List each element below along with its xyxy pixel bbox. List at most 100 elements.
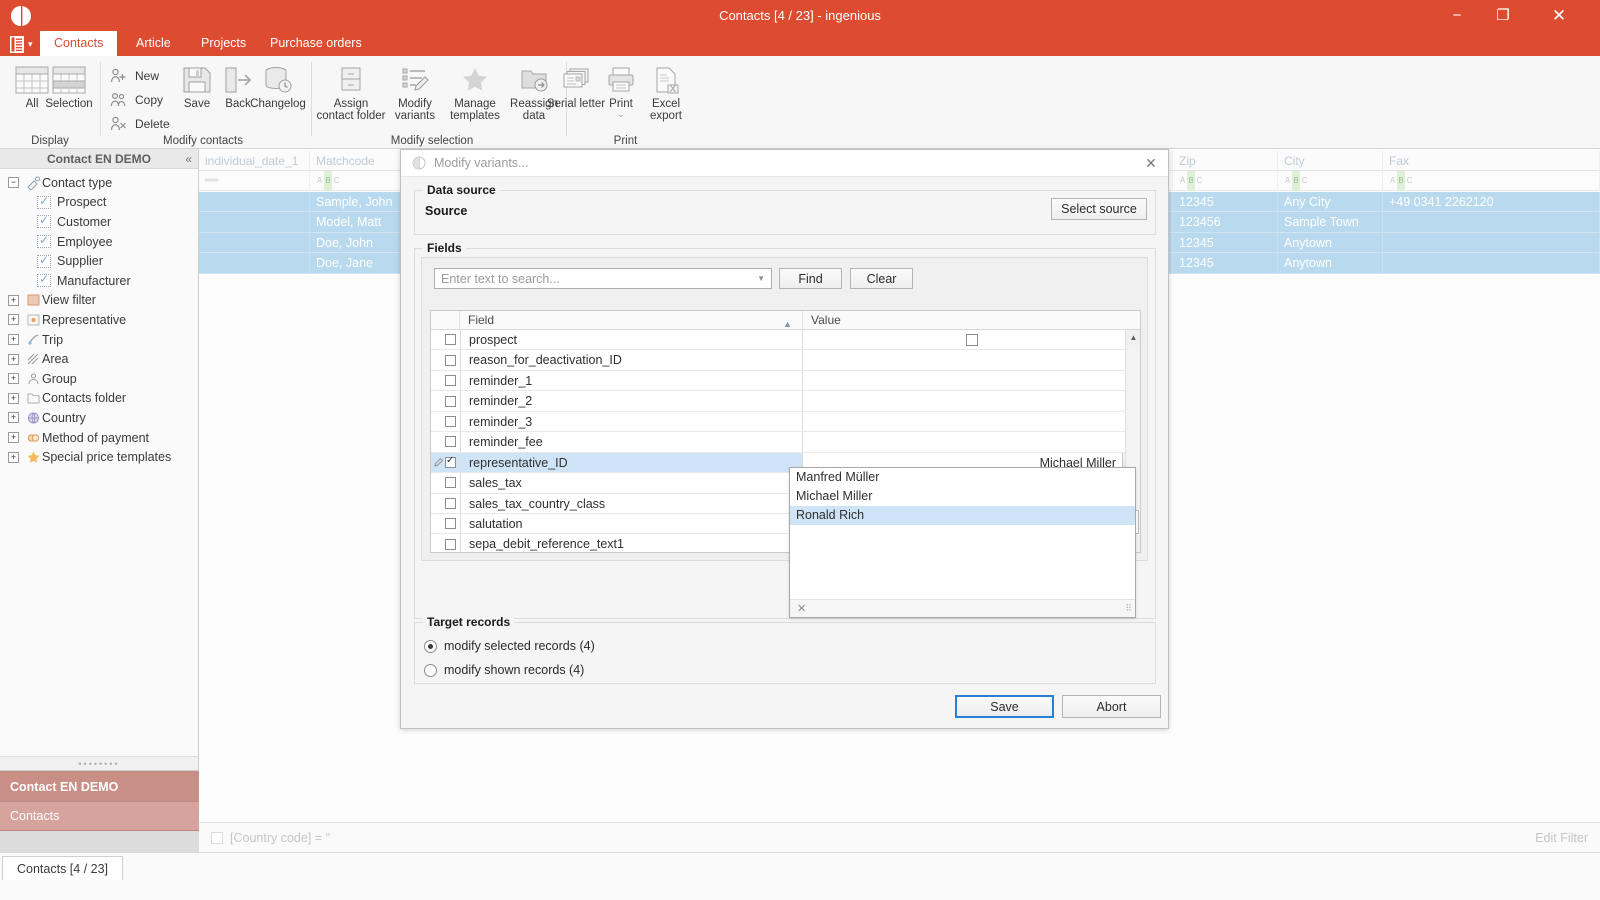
sidebar-item-contact-type[interactable]: − Contact type: [0, 173, 198, 193]
close-button[interactable]: ✕: [1536, 0, 1582, 31]
expander-icon[interactable]: +: [8, 432, 19, 443]
ribbon-button-new[interactable]: New: [109, 64, 159, 87]
checkbox-icon[interactable]: [37, 255, 51, 268]
resize-grip-icon[interactable]: ⠿: [1125, 603, 1132, 614]
save-button[interactable]: Save: [955, 695, 1054, 718]
grid-filter-zip[interactable]: ABC: [1173, 171, 1278, 191]
filter-enable-checkbox[interactable]: [211, 832, 223, 844]
clear-button[interactable]: Clear: [850, 268, 913, 289]
cell-value[interactable]: 0: [803, 371, 1140, 390]
ribbon-button-excel-export[interactable]: X Excel export: [640, 62, 692, 130]
expander-icon[interactable]: +: [8, 393, 19, 404]
collapse-left-icon[interactable]: «: [185, 152, 192, 166]
checkbox-icon[interactable]: [445, 355, 456, 366]
row-checkbox[interactable]: [445, 514, 460, 533]
checkbox-icon[interactable]: [445, 396, 456, 407]
application-menu-button[interactable]: ▾: [6, 32, 38, 56]
table-row[interactable]: reminder_2 0: [431, 391, 1140, 411]
grid-column-fax[interactable]: Fax: [1383, 151, 1600, 171]
scroll-up-icon[interactable]: ▲: [1126, 330, 1141, 345]
row-checkbox[interactable]: [445, 432, 460, 451]
ribbon-button-delete[interactable]: Delete: [109, 112, 170, 135]
radio-icon[interactable]: [424, 640, 437, 653]
expander-icon[interactable]: +: [8, 314, 19, 325]
radio-icon[interactable]: [424, 664, 437, 677]
radio-modify-shown-records[interactable]: modify shown records (4): [424, 663, 584, 677]
checkbox-icon[interactable]: [445, 334, 456, 345]
checkbox-icon[interactable]: [37, 274, 51, 287]
row-checkbox[interactable]: [445, 494, 460, 513]
row-checkbox[interactable]: [445, 534, 460, 553]
minimize-button[interactable]: −: [1434, 0, 1480, 31]
expander-icon[interactable]: +: [8, 412, 19, 423]
tab-contacts[interactable]: Contacts: [40, 31, 117, 56]
tab-projects[interactable]: Projects: [187, 31, 260, 56]
nav-band-contacts[interactable]: Contacts: [0, 801, 199, 830]
row-checkbox[interactable]: [445, 473, 460, 492]
fields-grid-column-field[interactable]: Field ▲: [460, 311, 803, 329]
sidebar-item-employee[interactable]: Employee: [0, 232, 198, 252]
checkbox-icon[interactable]: [445, 436, 456, 447]
table-row[interactable]: reminder_1 0: [431, 371, 1140, 391]
grid-column-zip[interactable]: Zip: [1173, 151, 1278, 171]
dropdown-option-manfred-muller[interactable]: Manfred Müller: [790, 468, 1135, 487]
cell-value[interactable]: 0: [803, 391, 1140, 410]
sidebar-item-view-filter[interactable]: + View filter: [0, 291, 198, 311]
ribbon-button-manage-templates[interactable]: Manage templates: [444, 62, 506, 130]
cell-value[interactable]: 0: [803, 412, 1140, 431]
ribbon-button-modify-variants[interactable]: Modify variants: [386, 62, 444, 130]
checkbox-icon[interactable]: [445, 518, 456, 529]
close-icon[interactable]: ✕: [1134, 150, 1168, 177]
sidebar-item-customer[interactable]: Customer: [0, 212, 198, 232]
cell-value[interactable]: 0: [803, 432, 1140, 451]
sidebar-item-method-of-payment[interactable]: + Method of payment: [0, 428, 198, 448]
checkbox-icon[interactable]: [445, 416, 456, 427]
expander-icon[interactable]: +: [8, 354, 19, 365]
field-search-input[interactable]: Enter text to search... ▼: [434, 268, 772, 289]
status-tab-contacts[interactable]: Contacts [4 / 23]: [2, 856, 123, 880]
ribbon-button-changelog[interactable]: Changelog: [246, 62, 310, 130]
select-source-button[interactable]: Select source: [1051, 198, 1147, 220]
sidebar-item-group[interactable]: + Group: [0, 369, 198, 389]
dropdown-option-michael-miller[interactable]: Michael Miller: [790, 487, 1135, 506]
grid-filter-individual-date-1[interactable]: ══: [199, 171, 310, 191]
checkbox-icon[interactable]: [37, 235, 51, 248]
dialog-title-bar[interactable]: Modify variants... ✕: [401, 150, 1168, 177]
sidebar-item-special-price-templates[interactable]: + Special price templates: [0, 447, 198, 467]
row-checkbox[interactable]: [445, 412, 460, 431]
sidebar-item-contacts-folder[interactable]: + Contacts folder: [0, 389, 198, 409]
row-checkbox[interactable]: [445, 330, 460, 349]
ribbon-button-copy[interactable]: Copy: [109, 88, 163, 111]
table-row[interactable]: reason_for_deactivation_ID: [431, 350, 1140, 370]
sidebar-item-trip[interactable]: + Trip: [0, 330, 198, 350]
edit-filter-button[interactable]: Edit Filter: [1535, 831, 1588, 845]
clear-x-icon[interactable]: ✕: [797, 602, 806, 615]
maximize-button[interactable]: ❐: [1480, 0, 1526, 31]
ribbon-button-serial-letter[interactable]: Serial letter: [546, 62, 606, 130]
ribbon-button-print[interactable]: Print ⌄: [600, 62, 642, 130]
expander-icon[interactable]: +: [8, 452, 19, 463]
sort-ascending-icon[interactable]: ▲: [783, 315, 792, 334]
row-checkbox[interactable]: [445, 350, 460, 369]
checkbox-icon[interactable]: [37, 215, 51, 228]
sidebar-item-representative[interactable]: + Representative: [0, 310, 198, 330]
expander-icon[interactable]: +: [8, 373, 19, 384]
table-row[interactable]: reminder_fee 0: [431, 432, 1140, 452]
tab-purchase-orders[interactable]: Purchase orders: [256, 31, 376, 56]
checkbox-icon[interactable]: [445, 539, 456, 550]
cell-value[interactable]: [803, 330, 1140, 349]
grid-column-city[interactable]: City: [1278, 151, 1383, 171]
grid-column-individual-date-1[interactable]: individual_date_1: [199, 151, 310, 171]
find-button[interactable]: Find: [779, 268, 842, 289]
abort-button[interactable]: Abort: [1062, 695, 1161, 718]
row-checkbox[interactable]: [445, 391, 460, 410]
ribbon-button-selection[interactable]: Selection: [38, 62, 100, 130]
radio-modify-selected-records[interactable]: modify selected records (4): [424, 639, 595, 653]
table-row[interactable]: reminder_3 0: [431, 412, 1140, 432]
expander-icon[interactable]: −: [8, 177, 19, 188]
sidebar-item-manufacturer[interactable]: Manufacturer: [0, 271, 198, 291]
representative-dropdown-popup[interactable]: Manfred Müller Michael Miller Ronald Ric…: [789, 467, 1136, 618]
chevron-down-icon[interactable]: ▼: [757, 274, 765, 283]
checkbox-icon[interactable]: [445, 457, 456, 468]
row-checkbox[interactable]: [445, 453, 460, 472]
